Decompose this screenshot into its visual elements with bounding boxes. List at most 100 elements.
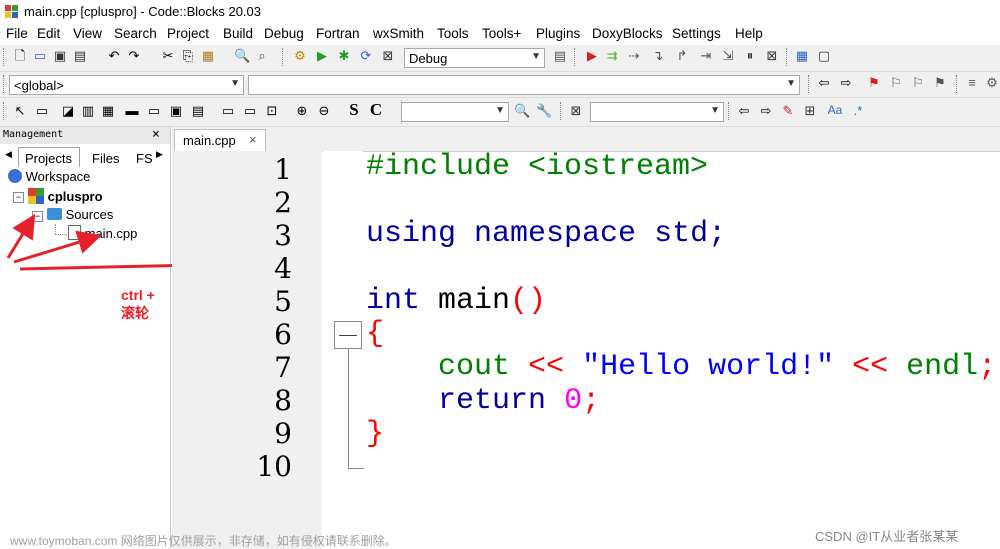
redo-icon[interactable]: ↷: [126, 48, 142, 64]
code-line-6[interactable]: {: [366, 317, 384, 351]
close-tab-icon[interactable]: ×: [249, 132, 257, 147]
toolbar-grip[interactable]: [282, 48, 286, 66]
menu-tools[interactable]: Tools: [437, 26, 469, 41]
new-file-icon[interactable]: 🗋: [12, 48, 28, 64]
panel3-icon[interactable]: ▣: [168, 103, 184, 119]
find-icon[interactable]: 🔍: [234, 48, 250, 64]
layout-icon[interactable]: ▦: [100, 103, 116, 119]
info-icon[interactable]: ▢: [816, 48, 832, 64]
stop-debug-icon[interactable]: ⊠: [764, 48, 780, 64]
menu-file[interactable]: File: [6, 26, 28, 41]
paste-icon[interactable]: ▦: [200, 48, 216, 64]
find-select[interactable]: ▼: [590, 102, 724, 122]
rebuild-icon[interactable]: ⟳: [358, 48, 374, 64]
tab-fs[interactable]: FS: [130, 149, 154, 169]
menu-edit[interactable]: Edit: [37, 26, 60, 41]
search-select[interactable]: ▼: [401, 102, 509, 122]
build-target-select[interactable]: Debug ▼: [404, 48, 545, 68]
panel2-icon[interactable]: ▭: [146, 103, 162, 119]
menu-tools-plus[interactable]: Tools+: [482, 26, 521, 41]
copy-icon[interactable]: ⎘: [180, 48, 196, 64]
build-and-run-icon[interactable]: ✱: [336, 48, 352, 64]
close-icon[interactable]: ×: [152, 127, 160, 142]
scroll-right-icon[interactable]: ▶: [156, 149, 163, 160]
wrench-icon[interactable]: 🔧: [536, 103, 552, 119]
regex-icon[interactable]: .*: [850, 103, 866, 119]
code-line-9[interactable]: }: [366, 417, 384, 451]
editor-tab-main-cpp[interactable]: main.cpp ×: [174, 129, 266, 152]
c-icon[interactable]: C: [368, 101, 384, 118]
run-icon[interactable]: ▶: [314, 48, 330, 64]
panel4-icon[interactable]: ▤: [190, 103, 206, 119]
build-gear-icon[interactable]: ⚙: [292, 48, 308, 64]
tab-files[interactable]: Files: [86, 149, 126, 169]
search-icon[interactable]: 🔍: [514, 103, 530, 119]
next-instruction-icon[interactable]: ⇥: [698, 48, 714, 64]
clear-icon[interactable]: ⊠: [568, 103, 584, 119]
fold-toggle-icon[interactable]: [334, 321, 362, 349]
match-case-icon[interactable]: Aa: [824, 102, 846, 118]
tree-workspace[interactable]: Workspace: [8, 169, 90, 184]
zoom-in-icon[interactable]: ⊕: [294, 103, 310, 119]
target-options-icon[interactable]: ▤: [552, 48, 568, 64]
code-line-8[interactable]: return 0;: [366, 384, 600, 418]
jump-back-icon[interactable]: ⇦: [816, 75, 832, 91]
menu-project[interactable]: Project: [167, 26, 209, 41]
toolbar-grip[interactable]: [3, 48, 7, 66]
step-out-icon[interactable]: ↱: [674, 48, 690, 64]
menu-wxsmith[interactable]: wxSmith: [373, 26, 424, 41]
pointer-icon[interactable]: ↖: [12, 103, 28, 119]
scope-select[interactable]: <global> ▼: [9, 75, 244, 95]
undo-icon[interactable]: ↶: [106, 48, 122, 64]
toolbar-grip[interactable]: [728, 102, 732, 120]
doxyblocks-icon[interactable]: ≡: [964, 75, 980, 91]
menu-fortran[interactable]: Fortran: [316, 26, 360, 41]
code-line-1[interactable]: #include <iostream>: [366, 150, 708, 184]
toolbar-grip[interactable]: [3, 75, 7, 93]
menu-debug[interactable]: Debug: [264, 26, 304, 41]
select-icon[interactable]: ⊞: [802, 103, 818, 119]
open-file-icon[interactable]: ▭: [32, 48, 48, 64]
toggle-bookmark-icon[interactable]: ⚑: [866, 75, 882, 91]
toolbar-grip[interactable]: [956, 75, 960, 93]
menu-help[interactable]: Help: [735, 26, 763, 41]
next-line-icon[interactable]: ⇢: [626, 48, 642, 64]
toolbar-grip[interactable]: [574, 48, 578, 66]
zoom-out-icon[interactable]: ⊖: [316, 103, 332, 119]
panel-icon[interactable]: ▬: [124, 103, 140, 119]
save-icon[interactable]: ▣: [52, 48, 68, 64]
toolbar-grip[interactable]: [808, 75, 812, 93]
debug-windows-icon[interactable]: ▦: [794, 48, 810, 64]
menu-search[interactable]: Search: [114, 26, 157, 41]
doxy-run-icon[interactable]: ⚙: [984, 75, 1000, 91]
s-icon[interactable]: S: [346, 101, 362, 118]
menu-settings[interactable]: Settings: [672, 26, 721, 41]
menu-doxyblocks[interactable]: DoxyBlocks: [592, 26, 663, 41]
replace-icon[interactable]: ⌕: [254, 48, 270, 64]
step-into-instruction-icon[interactable]: ⇲: [720, 48, 736, 64]
toolbar-grip[interactable]: [560, 102, 564, 120]
debug-start-icon[interactable]: ▶: [584, 48, 600, 64]
function-select[interactable]: ▼: [248, 75, 800, 95]
code-line-7[interactable]: cout << "Hello world!" << endl;: [366, 350, 996, 384]
next-bookmark-icon[interactable]: ⚐: [910, 75, 926, 91]
toolbar-grip[interactable]: [3, 102, 7, 120]
frame3-icon[interactable]: ⊡: [264, 103, 280, 119]
pause-icon[interactable]: ⏸: [742, 48, 758, 64]
clear-bookmarks-icon[interactable]: ⚑: [932, 75, 948, 91]
jump-forward-icon[interactable]: ⇨: [838, 75, 854, 91]
cut-icon[interactable]: ✂: [160, 48, 176, 64]
menu-build[interactable]: Build: [223, 26, 253, 41]
save-all-icon[interactable]: ▤: [72, 48, 88, 64]
menu-plugins[interactable]: Plugins: [536, 26, 580, 41]
toolbar-grip[interactable]: [786, 48, 790, 66]
code-line-5[interactable]: int main(): [366, 284, 546, 318]
abort-icon[interactable]: ⊠: [380, 48, 396, 64]
menu-view[interactable]: View: [73, 26, 102, 41]
code-line-3[interactable]: using namespace std;: [366, 217, 726, 251]
grid-icon[interactable]: ◪: [60, 103, 76, 119]
grid-split-icon[interactable]: ▥: [80, 103, 96, 119]
tree-project[interactable]: cpluspro: [28, 188, 103, 204]
step-into-icon[interactable]: ↴: [650, 48, 666, 64]
arrow-right-icon[interactable]: ⇨: [758, 103, 774, 119]
